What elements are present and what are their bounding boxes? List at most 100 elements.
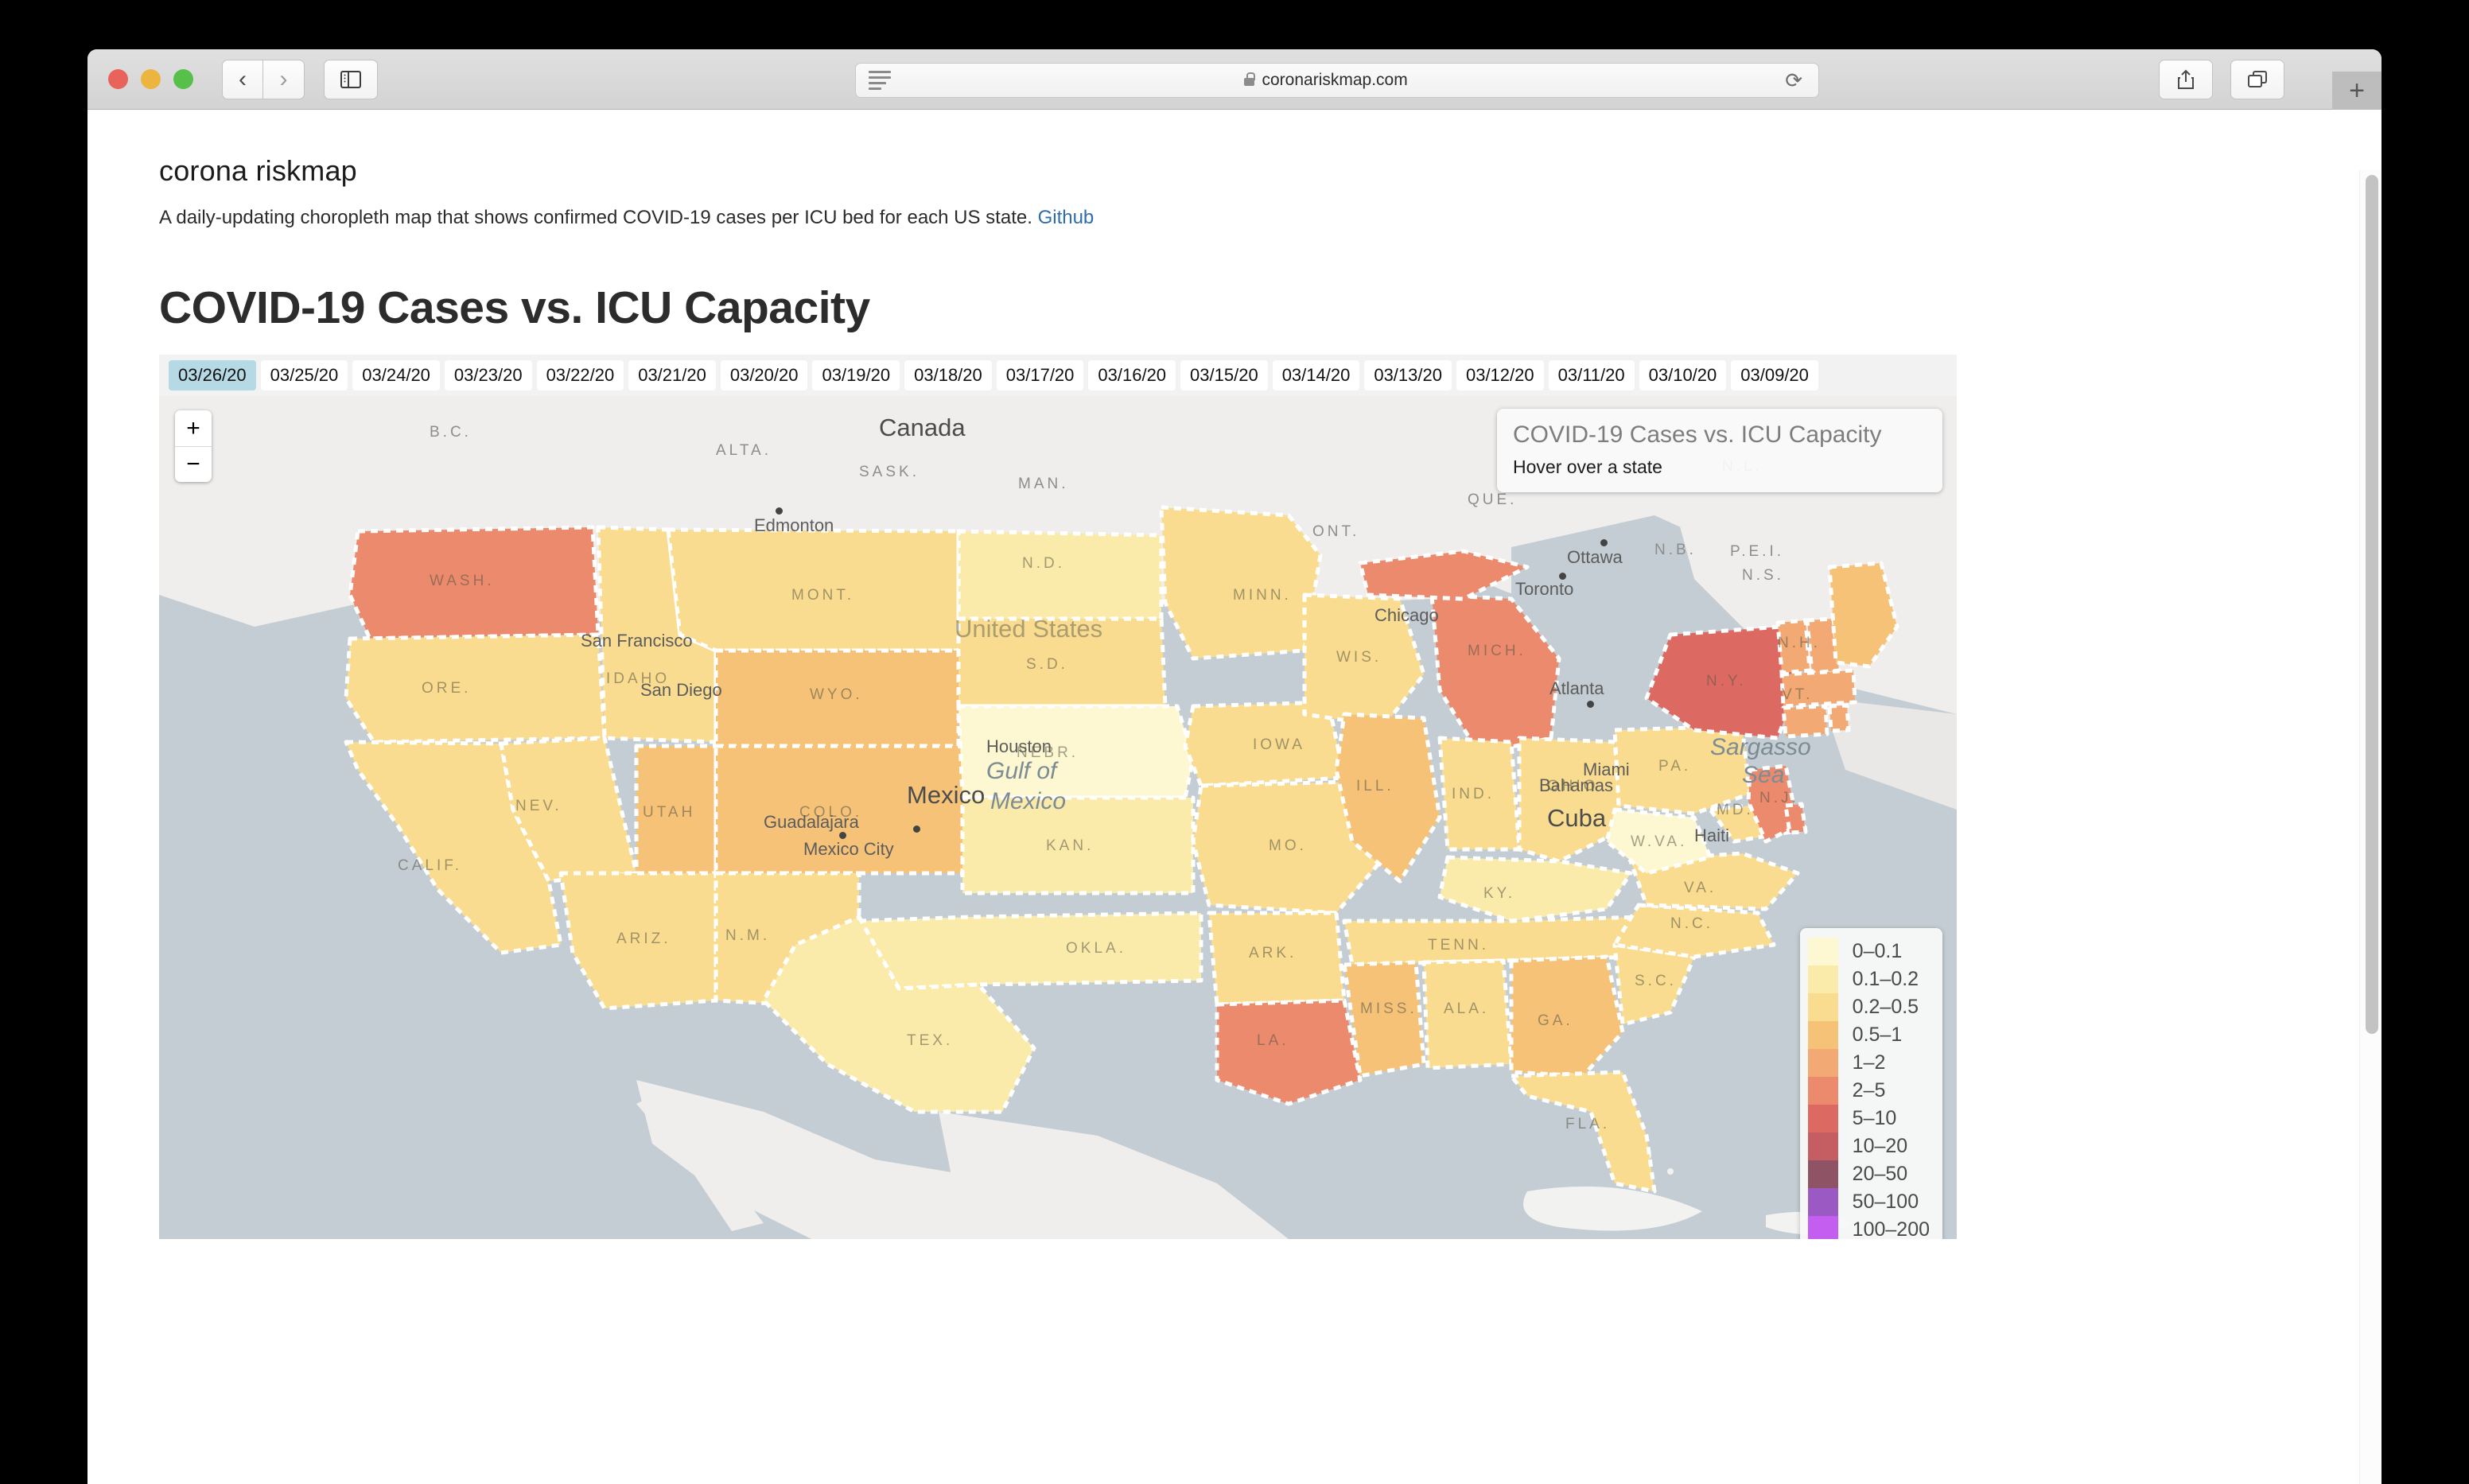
legend-label: 0.1–0.2 — [1852, 968, 1919, 990]
state-ORE — [344, 632, 607, 744]
minimize-window-button[interactable] — [141, 69, 161, 89]
legend-label: 0.5–1 — [1852, 1024, 1903, 1046]
state-OKLA — [857, 911, 1203, 991]
date-tab-16[interactable]: 03/10/20 — [1639, 360, 1727, 390]
state-NEBR — [956, 704, 1196, 800]
state-SD — [956, 616, 1168, 709]
legend-item: 2–5 — [1807, 1077, 1930, 1105]
state-KAN — [960, 795, 1196, 895]
info-panel-heading: COVID-19 Cases vs. ICU Capacity — [1513, 422, 1882, 448]
legend-swatch — [1807, 1132, 1838, 1160]
city-dot-toronto — [1559, 573, 1566, 580]
state-FLA — [1509, 1070, 1657, 1194]
plus-icon: + — [2349, 75, 2365, 106]
date-tab-11[interactable]: 03/15/20 — [1180, 360, 1268, 390]
date-tab-1[interactable]: 03/25/20 — [260, 360, 348, 390]
state-RI — [1827, 703, 1851, 733]
share-button[interactable] — [2159, 60, 2213, 99]
back-chevron-icon: ‹ — [239, 65, 247, 92]
share-icon — [2178, 69, 2194, 89]
state-MAINE — [1827, 561, 1899, 669]
state-ALA — [1421, 958, 1514, 1070]
state-LA — [1215, 998, 1363, 1106]
zoom-in-button[interactable]: + — [175, 410, 212, 446]
legend-swatch — [1807, 1021, 1838, 1049]
state-ND — [956, 529, 1164, 621]
state-KY — [1437, 855, 1633, 923]
state-MONT — [666, 527, 961, 653]
legend-label: 2–5 — [1852, 1079, 1886, 1101]
state-MASS — [1779, 668, 1857, 709]
state-ARIZ — [558, 871, 718, 1011]
date-tab-7[interactable]: 03/19/20 — [812, 360, 900, 390]
date-tab-bar: 03/26/20 03/25/20 03/24/20 03/23/20 03/2… — [159, 355, 1957, 396]
city-dot-atlanta — [1587, 701, 1594, 708]
new-tab-button[interactable]: + — [2332, 72, 2382, 110]
date-tab-13[interactable]: 03/13/20 — [1364, 360, 1452, 390]
city-dot-guadalajara — [839, 832, 846, 839]
tab-overview-icon — [2248, 71, 2267, 87]
address-bar[interactable]: coronariskmap.com ⟳ — [855, 63, 1819, 98]
state-VT — [1775, 618, 1812, 675]
legend-swatch — [1807, 1105, 1838, 1132]
legend-swatch — [1807, 1216, 1838, 1239]
description-text: A daily-updating choropleth map that sho… — [159, 207, 1032, 228]
state-IND — [1437, 736, 1522, 852]
legend-item: 10–20 — [1807, 1132, 1930, 1160]
scrollbar-thumb[interactable] — [2366, 175, 2378, 1034]
legend-swatch — [1807, 1077, 1838, 1105]
state-WASH — [348, 525, 601, 641]
maximize-window-button[interactable] — [173, 69, 193, 89]
choropleth-map[interactable]: Canada B.C. ALTA. SASK. MAN. ONT. QUE. N… — [159, 396, 1957, 1239]
date-tab-14[interactable]: 03/12/20 — [1456, 360, 1544, 390]
forward-chevron-icon: › — [279, 65, 288, 92]
legend-swatch — [1807, 1188, 1838, 1216]
sidebar-toggle-icon — [340, 70, 361, 88]
date-tab-9[interactable]: 03/17/20 — [996, 360, 1084, 390]
reload-icon[interactable]: ⟳ — [1785, 68, 1802, 93]
sidebar-toggle-button[interactable] — [324, 59, 378, 99]
legend-swatch — [1807, 1160, 1838, 1188]
page-content: corona riskmap A daily-updating chorople… — [87, 110, 2382, 1239]
legend-swatch — [1807, 938, 1838, 965]
date-tab-15[interactable]: 03/11/20 — [1548, 360, 1635, 390]
back-button[interactable]: ‹ — [222, 59, 263, 99]
github-link[interactable]: Github — [1038, 207, 1095, 228]
state-ARK — [1207, 911, 1347, 1007]
date-tab-10[interactable]: 03/16/20 — [1088, 360, 1176, 390]
date-tab-6[interactable]: 03/20/20 — [720, 360, 808, 390]
lock-icon — [1244, 72, 1256, 86]
zoom-out-button[interactable]: − — [175, 446, 212, 482]
legend-item: 0.5–1 — [1807, 1021, 1930, 1049]
legend-item: 1–2 — [1807, 1049, 1930, 1077]
date-tab-2[interactable]: 03/24/20 — [352, 360, 440, 390]
state-MICH — [1429, 592, 1561, 756]
us-states-layer[interactable] — [159, 396, 1957, 1239]
legend-item: 0–0.1 — [1807, 938, 1930, 965]
close-window-button[interactable] — [108, 69, 128, 89]
legend-item: 50–100 — [1807, 1188, 1930, 1216]
city-dot-ottawa — [1600, 539, 1608, 546]
state-UTAH — [634, 744, 718, 876]
state-GA — [1509, 954, 1625, 1078]
window-controls — [108, 69, 193, 89]
date-tab-5[interactable]: 03/21/20 — [628, 360, 716, 390]
vertical-scrollbar[interactable] — [2359, 170, 2382, 1484]
date-tab-3[interactable]: 03/23/20 — [444, 360, 532, 390]
legend-label: 20–50 — [1852, 1163, 1908, 1185]
date-tab-8[interactable]: 03/18/20 — [904, 360, 992, 390]
legend-item: 0.1–0.2 — [1807, 965, 1930, 993]
page-viewport: corona riskmap A daily-updating chorople… — [87, 110, 2382, 1484]
state-WIS — [1302, 592, 1426, 728]
state-PA — [1612, 724, 1752, 816]
tab-overview-button[interactable] — [2230, 60, 2284, 99]
date-tab-17[interactable]: 03/09/20 — [1731, 360, 1818, 390]
legend-label: 0–0.1 — [1852, 940, 1903, 962]
forward-button[interactable]: › — [263, 59, 305, 99]
legend-item: 5–10 — [1807, 1105, 1930, 1132]
date-tab-4[interactable]: 03/22/20 — [536, 360, 624, 390]
browser-titlebar: ‹ › coronariskmap.com ⟳ + — [87, 49, 2382, 110]
date-tab-12[interactable]: 03/14/20 — [1272, 360, 1360, 390]
date-tab-0[interactable]: 03/26/20 — [169, 360, 256, 390]
state-MISS — [1342, 960, 1426, 1078]
